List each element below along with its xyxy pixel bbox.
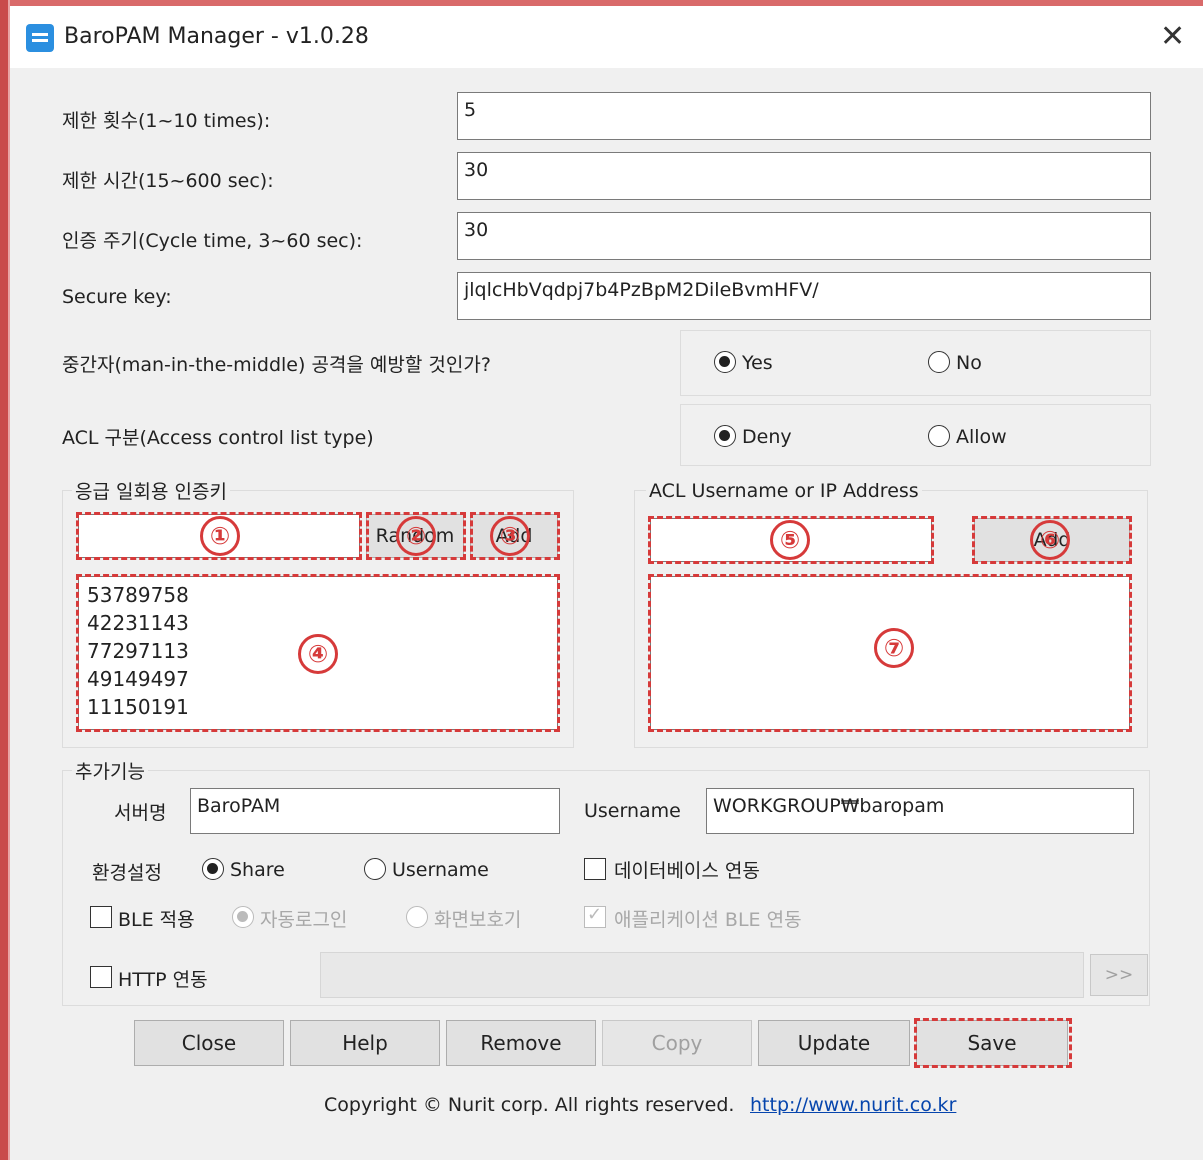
env-share-radio[interactable] <box>202 858 224 880</box>
close-button[interactable]: Close <box>134 1020 284 1066</box>
username-label: Username <box>584 800 681 822</box>
help-button[interactable]: Help <box>290 1020 440 1066</box>
acl-allow-radio[interactable] <box>928 425 950 447</box>
copyright-text: Copyright © Nurit corp. All rights reser… <box>324 1094 735 1116</box>
app-icon <box>26 24 54 52</box>
acl-allow-label: Allow <box>956 426 1007 448</box>
annotation-number-4: ④ <box>298 634 338 674</box>
env-share-label: Share <box>230 859 285 881</box>
db-link-checkbox[interactable] <box>584 858 606 880</box>
http-go-button: >> <box>1090 954 1148 996</box>
secure-key-input[interactable]: jlqlcHbVqdpj7b4PzBpM2DileBvmHFV/ <box>457 272 1151 320</box>
annotation-number-2: ② <box>396 516 436 556</box>
auto-login-label: 자동로그인 <box>260 909 348 931</box>
mitm-no-radio[interactable] <box>928 351 950 373</box>
server-name-label: 서버명 <box>114 802 167 824</box>
list-item[interactable]: 42231143 <box>87 609 549 637</box>
acl-address-group-title: ACL Username or IP Address <box>646 480 922 502</box>
list-item[interactable]: 11150191 <box>87 693 549 721</box>
website-link[interactable]: http://www.nurit.co.kr <box>750 1094 956 1116</box>
ble-apply-checkbox[interactable] <box>90 906 112 928</box>
env-username-radio[interactable] <box>364 858 386 880</box>
mitm-yes-radio[interactable] <box>714 351 736 373</box>
list-item[interactable]: 53789758 <box>87 581 549 609</box>
close-icon[interactable]: ✕ <box>1160 20 1185 54</box>
environment-label: 환경설정 <box>92 862 162 884</box>
screensaver-label: 화면보호기 <box>434 909 522 931</box>
mitm-question: 중간자(man-in-the-middle) 공격을 예방할 것인가? <box>62 354 491 376</box>
limit-count-input[interactable]: 5 <box>457 92 1151 140</box>
app-ble-label: 애플리케이션 BLE 연동 <box>614 909 802 931</box>
env-username-label: Username <box>392 859 489 881</box>
window-left-edge <box>0 0 8 1160</box>
acl-type-label: ACL 구분(Access control list type) <box>62 427 374 449</box>
secure-key-label: Secure key: <box>62 286 172 308</box>
update-button[interactable]: Update <box>758 1020 910 1066</box>
window-title: BaroPAM Manager - v1.0.28 <box>64 24 369 49</box>
remove-button[interactable]: Remove <box>446 1020 596 1066</box>
ble-apply-label: BLE 적용 <box>118 909 195 931</box>
annotation-number-3: ③ <box>490 516 530 556</box>
acl-deny-radio[interactable] <box>714 425 736 447</box>
limit-time-label: 제한 시간(15~600 sec): <box>62 170 274 192</box>
cycle-time-input[interactable]: 30 <box>457 212 1151 260</box>
extra-functions-group-title: 추가기능 <box>72 757 148 784</box>
screensaver-radio <box>406 906 428 928</box>
emergency-key-group-title: 응급 일회용 인증키 <box>72 477 230 504</box>
username-input[interactable]: WORKGROUP₩baropam <box>706 788 1134 834</box>
limit-count-label: 제한 횟수(1~10 times): <box>62 110 271 132</box>
http-link-label: HTTP 연동 <box>118 969 208 991</box>
server-name-input[interactable]: BaroPAM <box>190 788 560 834</box>
http-link-checkbox[interactable] <box>90 966 112 988</box>
acl-deny-label: Deny <box>742 426 792 448</box>
mitm-yes-label: Yes <box>742 352 773 374</box>
auto-login-radio <box>232 906 254 928</box>
cycle-time-label: 인증 주기(Cycle time, 3~60 sec): <box>62 230 363 252</box>
mitm-no-label: No <box>956 352 982 374</box>
copy-button: Copy <box>602 1020 752 1066</box>
limit-time-input[interactable]: 30 <box>457 152 1151 200</box>
save-button[interactable]: Save <box>916 1020 1068 1066</box>
annotation-number-1: ① <box>200 516 240 556</box>
app-ble-checkbox <box>584 904 606 928</box>
annotation-number-7: ⑦ <box>874 628 914 668</box>
db-link-label: 데이터베이스 연동 <box>614 860 760 882</box>
annotation-number-5: ⑤ <box>770 520 810 560</box>
http-url-input <box>320 952 1084 998</box>
annotation-number-6: ⑥ <box>1030 520 1070 560</box>
